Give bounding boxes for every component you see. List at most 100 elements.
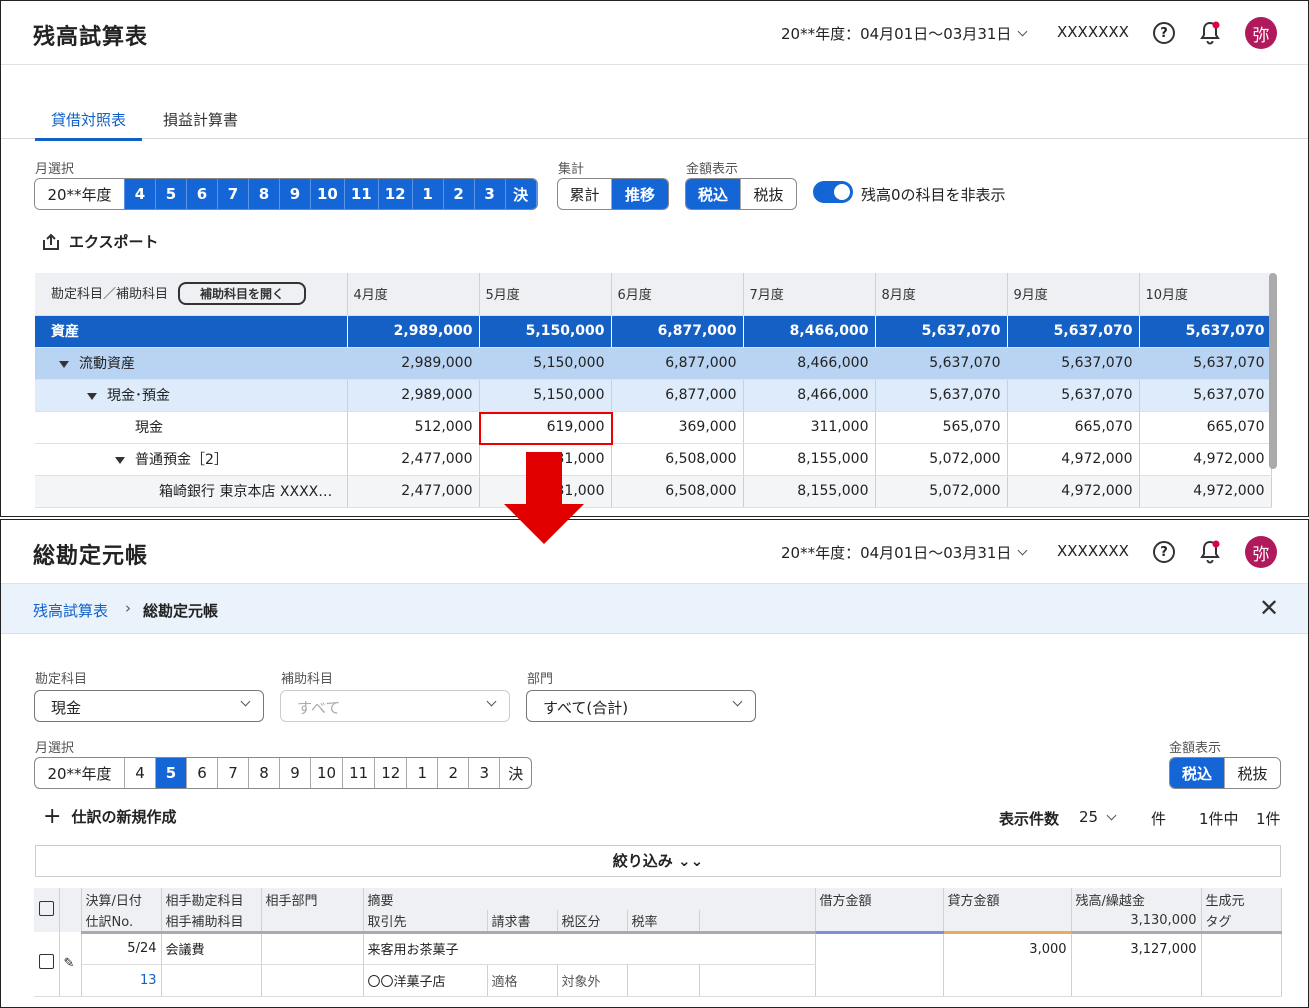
cell[interactable]: 5,637,070 (1139, 379, 1272, 412)
row-checkbox[interactable] (38, 954, 54, 970)
cell[interactable]: 311,000 (743, 411, 876, 444)
bell-icon[interactable] (1198, 20, 1222, 46)
table-row[interactable]: 流動資産 2,989,000 5,150,000 6,877,000 8,466… (35, 347, 1272, 380)
cell[interactable]: 5,150,000 (479, 315, 612, 348)
month-8[interactable]: 8 (249, 758, 280, 788)
collapse-icon[interactable] (87, 393, 97, 400)
filter-toggle[interactable]: 絞り込み ⌄⌄ (35, 845, 1281, 877)
cell[interactable]: 2,989,000 (347, 379, 480, 412)
cell[interactable]: 4,972,000 (1139, 443, 1272, 476)
cell[interactable]: 2,477,000 (347, 443, 480, 476)
cell[interactable]: 6,877,000 (611, 379, 744, 412)
cell[interactable]: 5,637,070 (1139, 347, 1272, 380)
cell[interactable]: 5,150,000 (479, 347, 612, 380)
month-7[interactable]: 7 (218, 758, 249, 788)
table-row[interactable]: 普通預金［2］ 2,477,000 31,000 6,508,000 8,155… (35, 443, 1272, 476)
cell[interactable]: 6,508,000 (611, 443, 744, 476)
cell[interactable]: 5,637,070 (1007, 315, 1140, 348)
open-sub-accounts-button[interactable]: 補助科目を開く (178, 282, 307, 306)
fiscal-year-select[interactable]: 20**年度：04月01日～03月31日 (781, 542, 1028, 563)
avatar[interactable]: 弥 (1245, 536, 1277, 568)
month-fy[interactable]: 20**年度 (35, 179, 125, 209)
month-4[interactable]: 4 (125, 758, 156, 788)
cell[interactable]: 8,466,000 (743, 315, 876, 348)
cell[interactable]: 2,989,000 (347, 347, 480, 380)
tab-income-statement[interactable]: 損益計算書 (163, 109, 238, 138)
table-row[interactable]: 箱崎銀行 東京本店 XXXX… 2,477,000 31,000 6,508,0… (35, 475, 1272, 508)
month-7[interactable]: 7 (218, 179, 249, 209)
cell[interactable]: 565,070 (875, 411, 1008, 444)
month-closing[interactable]: 決 (500, 758, 531, 788)
cell[interactable]: 369,000 (611, 411, 744, 444)
cell[interactable]: 5,150,000 (479, 379, 612, 412)
cell[interactable]: 6,877,000 (611, 315, 744, 348)
month-9[interactable]: 9 (280, 758, 311, 788)
month-5[interactable]: 5 (156, 179, 187, 209)
month-1[interactable]: 1 (412, 179, 444, 209)
cell[interactable]: 8,466,000 (743, 379, 876, 412)
collapse-icon[interactable] (115, 457, 125, 464)
sub-account-select[interactable]: すべて (280, 690, 510, 722)
cell[interactable]: 5,637,070 (1139, 315, 1272, 348)
cell[interactable]: 665,070 (1007, 411, 1140, 444)
close-icon[interactable]: ✕ (1259, 594, 1279, 622)
cell[interactable]: 8,466,000 (743, 347, 876, 380)
month-9[interactable]: 9 (280, 179, 311, 209)
cell[interactable]: 5,637,070 (875, 347, 1008, 380)
cell[interactable]: 6,877,000 (611, 347, 744, 380)
cell[interactable]: 5,072,000 (875, 443, 1008, 476)
export-button[interactable]: エクスポート (41, 231, 159, 252)
display-count-select[interactable]: 25 (1079, 808, 1117, 826)
month-2[interactable]: 2 (443, 179, 475, 209)
amount-tax-excluded[interactable]: 税抜 (741, 179, 796, 209)
help-icon[interactable]: ? (1153, 22, 1175, 44)
month-6[interactable]: 6 (187, 179, 218, 209)
user-name[interactable]: XXXXXXX (1057, 542, 1129, 560)
entry-number-link[interactable]: 13 (81, 964, 162, 997)
month-11[interactable]: 11 (344, 179, 379, 209)
cell[interactable]: 665,070 (1139, 411, 1272, 444)
month-closing[interactable]: 決 (505, 179, 537, 209)
month-10[interactable]: 10 (311, 179, 345, 209)
table-row[interactable]: 資産 2,989,000 5,150,000 6,877,000 8,466,0… (35, 315, 1272, 348)
help-icon[interactable]: ? (1153, 541, 1175, 563)
month-2[interactable]: 2 (438, 758, 470, 788)
agg-trend[interactable]: 推移 (612, 179, 668, 209)
month-11[interactable]: 11 (343, 758, 376, 788)
bell-icon[interactable] (1198, 539, 1222, 565)
cell[interactable]: 5,637,070 (875, 315, 1008, 348)
month-12[interactable]: 12 (375, 758, 408, 788)
table-row[interactable]: ✎ 5/24 会議費 来客用お茶菓子 3,000 3,127,000 (34, 932, 1282, 997)
cell[interactable]: 5,072,000 (875, 475, 1008, 508)
cell[interactable]: 8,155,000 (743, 475, 876, 508)
agg-cumulative[interactable]: 累計 (558, 179, 612, 209)
pencil-icon[interactable]: ✎ (64, 956, 75, 971)
vertical-scrollbar[interactable] (1269, 273, 1277, 469)
select-all-checkbox[interactable] (38, 900, 54, 916)
month-1[interactable]: 1 (407, 758, 439, 788)
cell[interactable]: 2,477,000 (347, 475, 480, 508)
cell[interactable]: 8,155,000 (743, 443, 876, 476)
table-row[interactable]: 現金 512,000 619,000 369,000 311,000 565,0… (35, 411, 1272, 444)
collapse-icon[interactable] (59, 361, 69, 368)
new-journal-button[interactable]: + 仕訳の新規作成 (43, 805, 176, 827)
month-4[interactable]: 4 (125, 179, 156, 209)
month-3[interactable]: 3 (469, 758, 501, 788)
cell[interactable]: 4,972,000 (1007, 443, 1140, 476)
month-8[interactable]: 8 (249, 179, 280, 209)
month-fy[interactable]: 20**年度 (35, 758, 125, 788)
month-6[interactable]: 6 (187, 758, 218, 788)
cell[interactable]: 5,637,070 (875, 379, 1008, 412)
avatar[interactable]: 弥 (1245, 17, 1277, 49)
amount-tax-included[interactable]: 税込 (686, 179, 741, 209)
cell[interactable]: 4,972,000 (1139, 475, 1272, 508)
month-10[interactable]: 10 (311, 758, 344, 788)
cell[interactable]: 6,508,000 (611, 475, 744, 508)
user-name[interactable]: XXXXXXX (1057, 23, 1129, 41)
breadcrumb-link[interactable]: 残高試算表 (33, 600, 108, 621)
cell[interactable]: 512,000 (347, 411, 480, 444)
cell[interactable]: 5,637,070 (1007, 347, 1140, 380)
cell[interactable]: 5,637,070 (1007, 379, 1140, 412)
month-3[interactable]: 3 (474, 179, 506, 209)
account-select[interactable]: 現金 (34, 690, 264, 722)
